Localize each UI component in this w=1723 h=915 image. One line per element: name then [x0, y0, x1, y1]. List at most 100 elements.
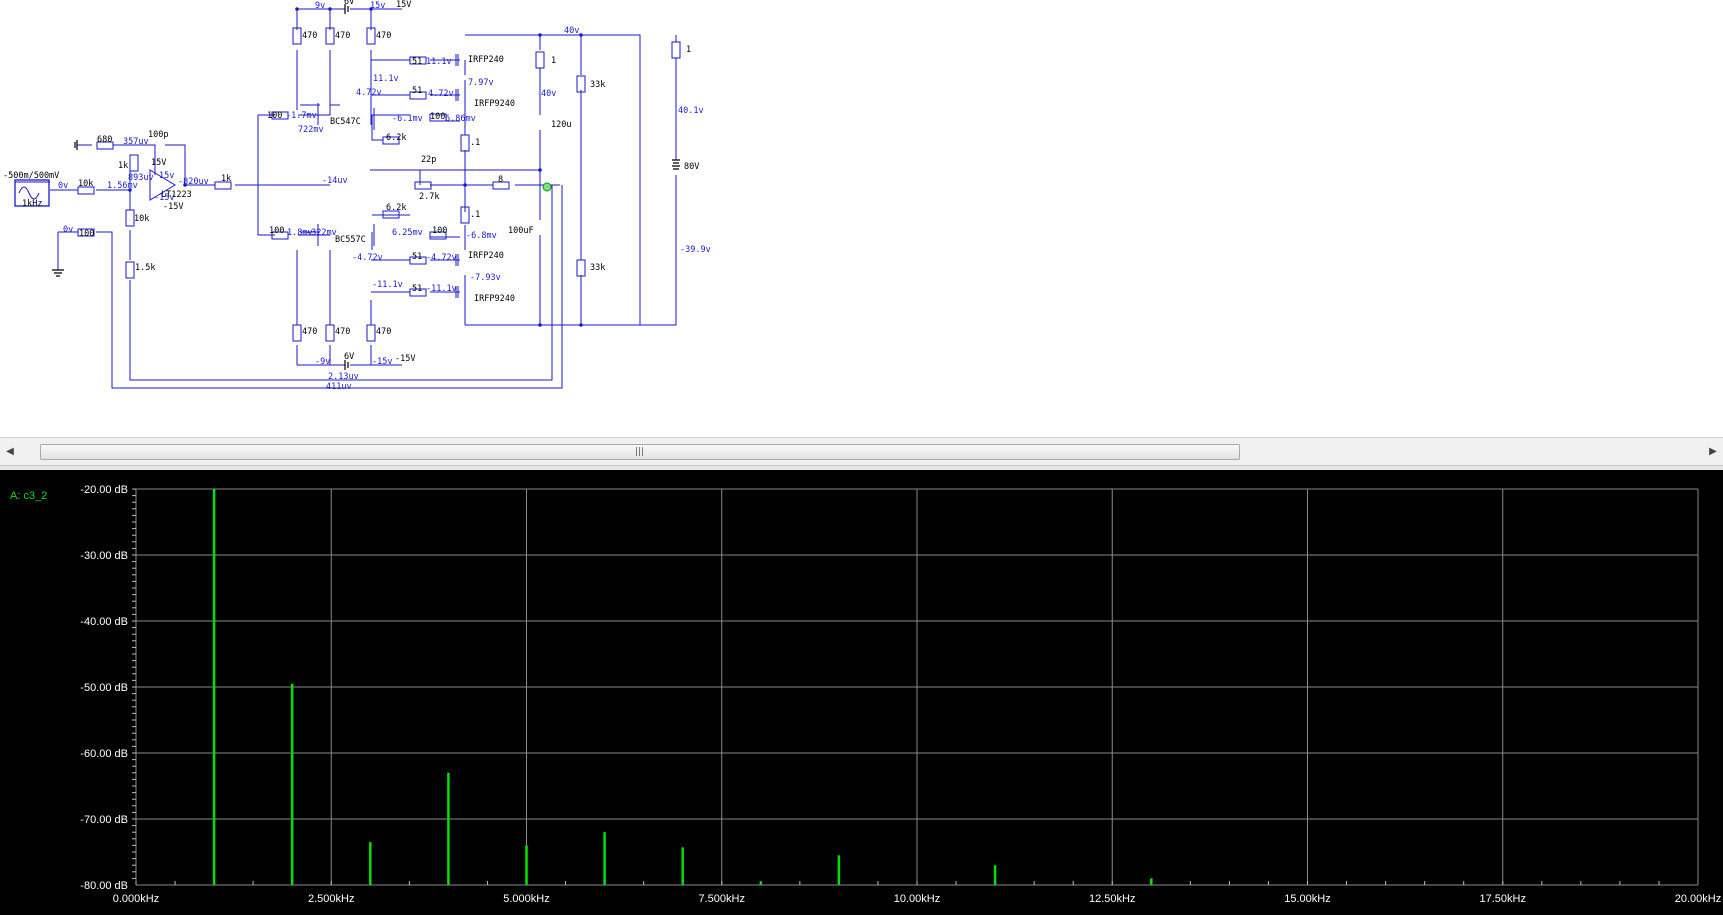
y-axis-ticks: -20.00 dB -30.00 dB -40.00 dB -50.00 dB -60.…: [80, 484, 128, 892]
x-tick-label: 20.00kHz: [1675, 893, 1721, 905]
x-tick-label: 17.50kHz: [1480, 893, 1526, 905]
y-tick-label: -20.00 dB: [80, 484, 128, 496]
resistor-label: 470: [335, 327, 350, 337]
resistor-label: 1: [686, 45, 691, 55]
node-voltage: -4.72v: [426, 253, 457, 263]
x-tick-label: 0.000kHz: [113, 893, 159, 905]
y-tick-label: -70.00 dB: [80, 814, 128, 826]
schematic-canvas[interactable]: -500m/500mV 1kHz 9v 6V 15v 15V 470 470 4…: [0, 0, 1723, 437]
resistor-label: .1: [470, 138, 480, 148]
resistor-label: 1k: [118, 161, 128, 171]
node-voltage: -14uv: [322, 176, 348, 186]
trace-label: A: c3_2: [10, 490, 47, 502]
node-voltage: -11.1v: [426, 284, 457, 294]
node-voltage: -9v: [315, 357, 330, 367]
node-voltage: -322mv: [306, 228, 337, 238]
source-range-label: -500m/500mV: [3, 171, 59, 181]
node-voltage: 11.1v: [426, 57, 452, 67]
supply-label: -15V: [163, 202, 183, 212]
y-tick-label: -60.00 dB: [80, 748, 128, 760]
resistor-label: 100: [267, 111, 282, 121]
node-voltage: -820uv: [178, 177, 209, 187]
resistor-label: 470: [335, 31, 350, 41]
capacitor-label: 100p: [148, 130, 168, 140]
node-voltage: -6.8mv: [466, 231, 497, 241]
battery-label: 6V: [344, 0, 354, 7]
node-voltage: 15v: [370, 1, 385, 11]
mosfet-label: IRFP9240: [474, 99, 515, 109]
capacitor-label: 100uF: [508, 226, 534, 236]
node-voltage: 40v: [541, 89, 556, 99]
node-voltage: 4.72v: [356, 88, 382, 98]
resistor-label: 100: [79, 229, 94, 239]
resistor-label: 100: [430, 112, 445, 122]
node-voltage: 15v: [159, 171, 174, 181]
transistor-label: BC547C: [330, 117, 361, 127]
node-voltage: 2.13uv: [328, 372, 359, 382]
supply-label: -15V: [395, 354, 415, 364]
resistor-label: 470: [302, 327, 317, 337]
node-voltage: 722mv: [298, 125, 324, 135]
node-voltage: -4.72v: [352, 253, 383, 263]
horizontal-scrollbar[interactable]: ◀ ||| ▶: [0, 437, 1723, 466]
node-voltage: 4.72v: [428, 89, 454, 99]
resistor-label: 100: [269, 226, 284, 236]
resistor-label: 1.5k: [135, 263, 155, 273]
source-freq-label: 1kHz: [22, 199, 42, 209]
battery-label: 6V: [344, 352, 354, 362]
resistor-label: 10k: [78, 179, 93, 189]
resistor-label: 51: [412, 86, 422, 96]
mosfet-label: IRFP9240: [474, 294, 515, 304]
schematic-drawing: -500m/500mV 1kHz 9v 6V 15v 15V 470 470 4…: [3, 0, 711, 392]
scroll-left-icon[interactable]: ◀: [2, 444, 18, 460]
x-tick-label: 12.50kHz: [1089, 893, 1135, 905]
resistor-label: 680: [97, 135, 112, 145]
resistor-label: 6.2k: [386, 203, 406, 213]
node-voltage: 6.86mv: [445, 114, 476, 124]
resistor-label: 1k: [221, 174, 231, 184]
resistor-label: 51: [412, 57, 422, 67]
resistor-label: .1: [470, 210, 480, 220]
node-voltage: 411uv: [326, 382, 352, 392]
spectrum-plot: A: c3_2 -20.00 dB -30.00 dB -40.00 dB -50.0…: [10, 484, 1721, 905]
y-tick-label: -30.00 dB: [80, 550, 128, 562]
mosfet-label: IRFP240: [468, 251, 504, 261]
y-tick-label: -80.00 dB: [80, 880, 128, 892]
x-tick-label: 5.000kHz: [503, 893, 549, 905]
resistor-label: 8: [498, 175, 503, 185]
capacitor-label: 22p: [421, 155, 436, 165]
node-voltage: 11.1v: [373, 74, 399, 84]
spectrum-plot-panel: A: c3_2 -20.00 dB -30.00 dB -40.00 dB -50.0…: [0, 470, 1723, 915]
x-axis-ticks: 0.000kHz 2.500kHz 5.000kHz 7.500kHz 10.00kHz…: [113, 893, 1721, 905]
transistor-label: BC557C: [335, 235, 366, 245]
node-voltage: 1.56mv: [107, 181, 138, 191]
grip-icon: |||: [635, 447, 645, 457]
resistor-label: 470: [376, 31, 391, 41]
resistor-label: 51: [412, 252, 422, 262]
capacitor-label: 120u: [551, 120, 571, 130]
scroll-right-icon[interactable]: ▶: [1705, 444, 1721, 460]
node-voltage: 357uv: [123, 137, 149, 147]
y-tick-label: -50.00 dB: [80, 682, 128, 694]
resistor-label: 470: [302, 31, 317, 41]
x-tick-label: 7.500kHz: [699, 893, 745, 905]
resistor-label: 6.2k: [386, 133, 406, 143]
mosfet-label: IRFP240: [468, 55, 504, 65]
scrollbar-thumb[interactable]: |||: [40, 444, 1240, 460]
node-voltage: -15v: [154, 193, 174, 203]
node-voltage: 0v: [63, 225, 73, 235]
node-voltage: 40.1v: [678, 106, 704, 116]
resistor-label: 33k: [590, 263, 605, 273]
node-voltage: 40v: [564, 26, 579, 36]
node-voltage: -6.1mv: [392, 114, 423, 124]
node-voltage: 9v: [315, 1, 325, 11]
resistor-label: 1: [551, 56, 556, 66]
node-voltage: 0v: [58, 181, 68, 191]
x-tick-label: 15.00kHz: [1284, 893, 1330, 905]
node-voltage: 6.25mv: [392, 228, 423, 238]
resistor-label: 33k: [590, 80, 605, 90]
node-voltage: -39.9v: [680, 245, 711, 255]
x-tick-label: 10.00kHz: [894, 893, 940, 905]
x-tick-label: 2.500kHz: [308, 893, 354, 905]
supply-label: 15V: [151, 158, 166, 168]
